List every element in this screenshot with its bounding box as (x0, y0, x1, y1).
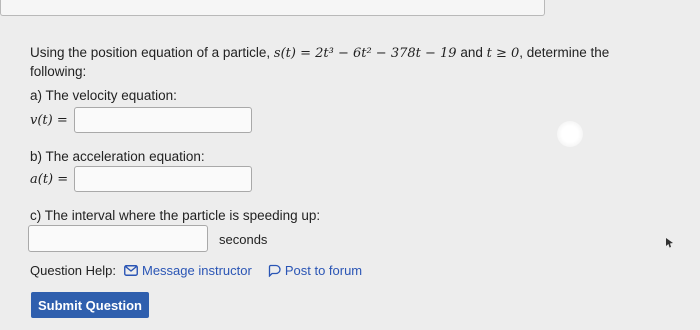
acceleration-label: b) The acceleration equation: (30, 149, 205, 164)
acceleration-input[interactable] (74, 166, 253, 192)
velocity-input[interactable] (73, 107, 252, 133)
screen-glare (557, 121, 583, 147)
acceleration-row: a(t) = (30, 166, 253, 192)
speeding-up-input[interactable] (28, 225, 208, 252)
problem-statement: Using the position equation of a particl… (30, 45, 610, 79)
post-to-forum-link[interactable]: Post to forum (268, 263, 362, 278)
speeding-up-label: c) The interval where the particle is sp… (30, 208, 321, 223)
message-instructor-link[interactable]: Message instructor (124, 263, 252, 278)
time-condition: t ≥ 0 (486, 46, 520, 61)
previous-answer-field[interactable] (0, 0, 545, 16)
mouse-pointer-icon (666, 238, 673, 248)
question-help-label: Question Help: (30, 263, 116, 278)
position-equation: s(t) = 2t³ − 6t² − 378t − 19 (273, 46, 457, 61)
velocity-row: v(t) = (30, 107, 252, 133)
speech-bubble-icon (268, 264, 281, 277)
question-help: Question Help: Message instructor Post t… (30, 263, 362, 278)
envelope-icon (124, 265, 138, 276)
velocity-symbol: v(t) = (30, 112, 68, 128)
submit-question-button[interactable]: Submit Question (31, 292, 149, 318)
seconds-unit: seconds (219, 232, 268, 247)
velocity-label: a) The velocity equation: (30, 88, 177, 103)
acceleration-symbol: a(t) = (30, 171, 69, 187)
